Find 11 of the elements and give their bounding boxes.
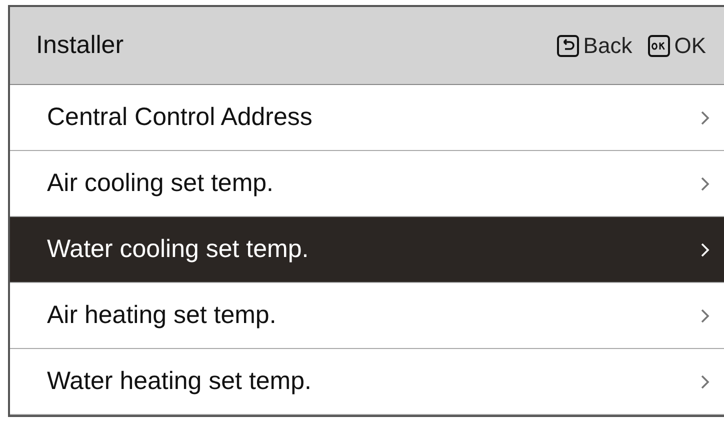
ok-button[interactable]: OK — [648, 29, 706, 62]
chevron-right-icon — [700, 110, 710, 126]
chevron-right-icon — [700, 176, 710, 192]
back-button[interactable]: Back — [557, 29, 632, 62]
back-icon — [557, 34, 580, 56]
ok-key-icon — [648, 34, 670, 56]
chevron-right-icon — [700, 374, 710, 390]
menu-item[interactable]: Water cooling set temp. — [10, 217, 724, 283]
chevron-right-icon — [700, 242, 710, 258]
header-title: Installer — [36, 30, 125, 61]
chevron-right-icon — [700, 308, 710, 324]
